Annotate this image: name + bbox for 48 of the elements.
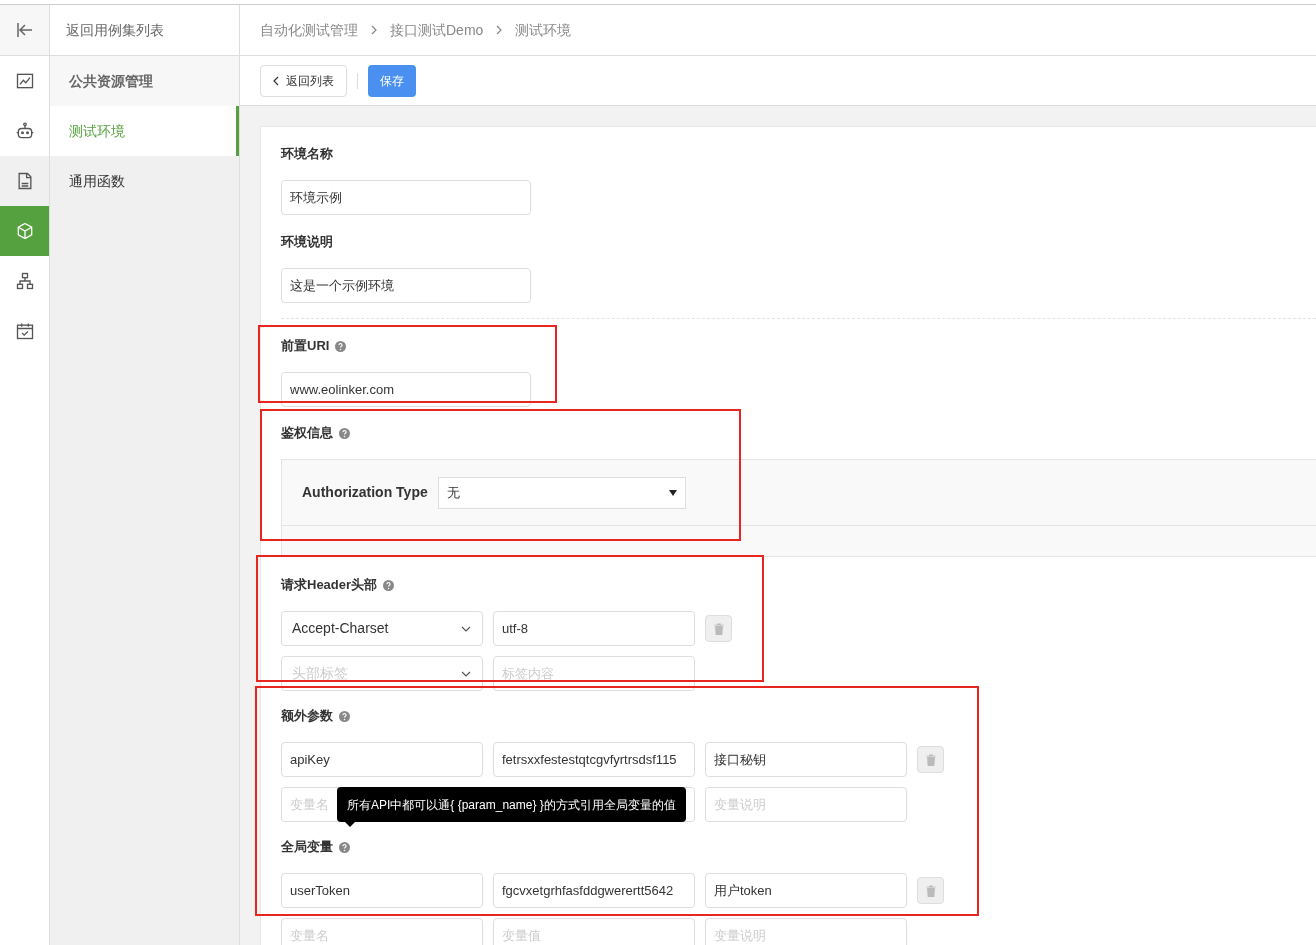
collapse-icon [14,20,35,40]
help-icon[interactable] [383,579,395,591]
field-label: 前置URI [281,337,330,356]
hierarchy-icon [14,271,35,291]
chart-icon [14,71,35,91]
input-field[interactable]: 接口秘钥 [705,742,907,777]
input-field[interactable]: userToken [281,873,483,908]
chevron-right-icon [370,25,378,35]
trash-icon [925,884,936,897]
field-label: Authorization Type [302,483,428,502]
input-field[interactable]: www.eolinker.com [281,372,531,407]
menu-group-header: 公共资源管理 [50,56,239,106]
input-field[interactable]: 环境示例 [281,180,531,215]
robot-icon [14,121,35,141]
field-label: 全局变量 [281,838,333,857]
help-icon[interactable] [335,340,347,352]
field-label: 请求Header头部 [281,576,378,595]
field-label: 额外参数 [281,707,333,726]
collapse-button[interactable] [0,5,49,56]
input-field[interactable]: 这是一个示例环境 [281,268,531,303]
field-label: 环境名称 [281,145,333,164]
field-label: 环境说明 [281,233,333,252]
breadcrumb-link[interactable]: 测试环境 [515,19,572,41]
breadcrumb-link[interactable]: 自动化测试管理 [260,19,358,41]
tooltip: 所有API中都可以通{ {param_name} }的方式引用全局变量的值 [337,787,686,822]
nav-icon-button[interactable] [0,156,49,206]
back-link[interactable]: 返回用例集列表 [50,5,239,56]
help-icon[interactable] [339,841,350,853]
dropdown-arrow-icon [668,489,677,496]
input-field[interactable]: 用户token [705,873,907,908]
trash-icon [925,753,936,766]
tooltip-arrow [345,822,355,827]
help-icon[interactable] [339,710,350,722]
auth-type-select[interactable]: 无 [437,476,686,509]
submenu-item[interactable]: 通用函数 [50,156,239,206]
field-label: 鉴权信息 [281,424,333,443]
input-field[interactable]: fgcvxetgrhfasfddgwerertt5642 [493,873,695,908]
back-button[interactable]: 返回列表 [260,64,347,97]
chevron-right-icon [495,25,504,35]
help-icon[interactable] [339,427,350,439]
breadcrumb-link[interactable]: 接口测试Demo [390,19,484,41]
input-field[interactable]: apiKey [281,742,483,777]
trash-icon [713,622,724,635]
calendar-icon [14,321,35,341]
input-field[interactable]: fetrsxxfestestqtcgvfyrtrsdsf115 [493,742,695,777]
chevron-left-icon [273,75,280,86]
input-field[interactable]: utf-8 [493,611,695,646]
header-select[interactable]: Accept-Charset [281,611,483,646]
